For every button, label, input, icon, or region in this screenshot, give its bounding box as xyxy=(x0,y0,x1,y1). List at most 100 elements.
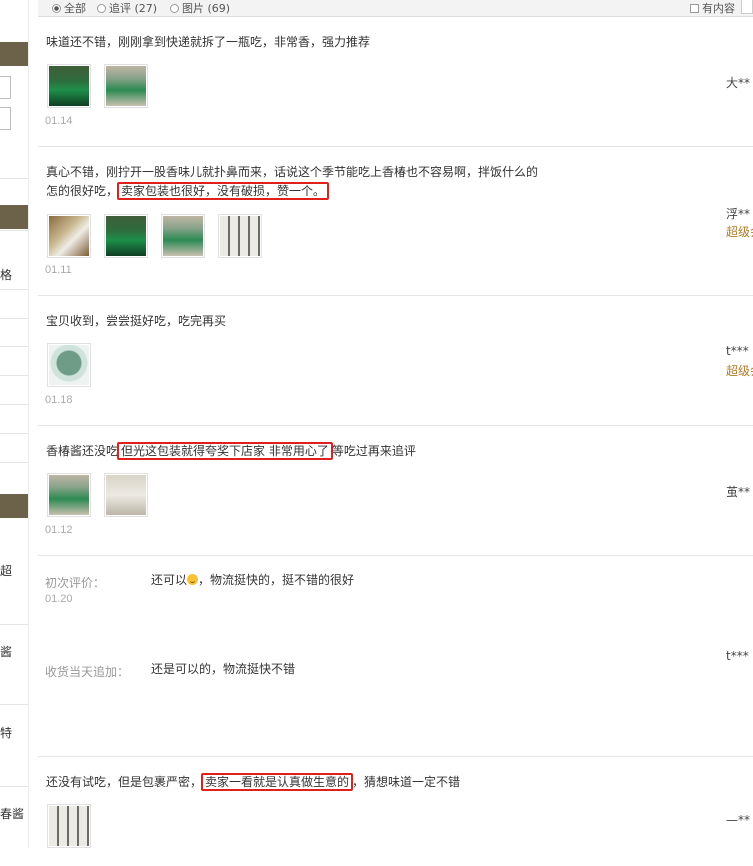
sidebar-item-text[interactable]: 特 xyxy=(0,724,12,741)
filter-all-label: 全部 xyxy=(64,2,86,15)
review-username: t*** xyxy=(726,649,749,663)
radio-selected-icon xyxy=(52,3,61,13)
sidebar-header-bar xyxy=(0,205,28,229)
review-text-segment: 还没有试吃，但是包裹严密， xyxy=(46,775,203,789)
review-text: 香椿酱还没吃 但光这包装就得夸奖下店家 非常用心了 等吃过再来追评 xyxy=(46,442,416,461)
product-photo xyxy=(163,216,203,256)
highlighted-review-text: 但光这包装就得夸奖下店家 非常用心了 xyxy=(117,442,333,460)
review-photo[interactable] xyxy=(47,804,91,848)
sidebar-divider xyxy=(0,178,28,179)
review-photo[interactable] xyxy=(104,64,148,108)
review-photo[interactable] xyxy=(47,64,91,108)
review-date: 01.12 xyxy=(45,524,73,536)
review-photos xyxy=(47,473,148,517)
filter-append-label: 追评 (27) xyxy=(109,2,158,15)
review-text-segment: 香椿酱还没吃 xyxy=(46,444,119,458)
review-text-segment: 还可以 xyxy=(151,573,188,587)
product-photo xyxy=(49,345,89,385)
review-filter-bar: 全部 追评 (27) 图片 (69) 有内容 xyxy=(38,0,753,17)
product-photo xyxy=(49,66,89,106)
review-date: 01.20 xyxy=(45,593,73,605)
sidebar-divider xyxy=(0,462,28,463)
review-username: 浮** xyxy=(726,207,751,221)
review-photos xyxy=(47,64,148,108)
product-photo xyxy=(49,806,89,846)
product-photo xyxy=(106,475,146,515)
has-content-checkbox[interactable]: 有内容 xyxy=(690,0,735,16)
review-text: 宝贝收到，尝尝挺好吃，吃完再买 xyxy=(46,314,227,328)
sidebar-item-text[interactable]: 超 xyxy=(0,562,12,579)
sidebar-divider xyxy=(0,289,28,290)
product-photo xyxy=(220,216,260,256)
review-photo[interactable] xyxy=(47,214,91,258)
product-photo xyxy=(106,66,146,106)
review-date: 01.18 xyxy=(45,394,73,406)
review-item: 香椿酱还没吃 但光这包装就得夸奖下店家 非常用心了 等吃过再来追评 01.12 茧*… xyxy=(38,425,753,556)
review-photo[interactable] xyxy=(47,473,91,517)
radio-icon xyxy=(170,3,179,13)
member-level-badge[interactable]: 超级会员 xyxy=(726,223,753,240)
highlighted-review-text: 卖家包装也很好，没有破损，赞一个。 xyxy=(117,182,330,200)
review-photo[interactable] xyxy=(218,214,262,258)
sidebar-divider xyxy=(0,318,28,319)
member-level-badge[interactable]: 超级会员 xyxy=(726,362,753,379)
review-photo[interactable] xyxy=(47,343,91,387)
review-photos xyxy=(47,343,91,387)
review-username: t*** xyxy=(726,344,749,358)
review-text-line1: 真心不错，刚拧开一股香味儿就扑鼻而来，话说这个季节能吃上香椿也不容易啊，拌饭什么… xyxy=(46,165,539,179)
filter-all-radio[interactable]: 全部 xyxy=(52,0,86,16)
sidebar-item-text[interactable]: 格 xyxy=(0,266,12,283)
review-photos xyxy=(47,214,262,258)
left-sidebar: 格 超 酱 特 春酱 xyxy=(0,0,28,848)
review-item: 真心不错，刚拧开一股香味儿就扑鼻而来，话说这个季节能吃上香椿也不容易啊，拌饭什么… xyxy=(38,146,753,296)
review-text-line2: 怎的很好吃， 卖家包装也很好，没有破损，赞一个。 xyxy=(46,182,330,201)
review-text: 味道还不错，刚刚拿到快递就拆了一瓶吃，非常香，强力推荐 xyxy=(46,35,371,49)
review-username: 大** xyxy=(726,76,751,90)
sidebar-divider xyxy=(0,230,28,231)
sidebar-header-bar xyxy=(0,494,28,518)
smile-emoji-icon xyxy=(187,574,199,585)
sidebar-border xyxy=(28,0,29,848)
review-date: 01.11 xyxy=(45,264,72,276)
sidebar-price-max-input[interactable] xyxy=(0,107,11,130)
initial-review-text: 还可以 ，物流挺快的，挺不错的很好 xyxy=(151,571,354,590)
has-content-label: 有内容 xyxy=(702,2,735,15)
review-date: 01.14 xyxy=(45,115,73,127)
review-item: 还没有试吃，但是包裹严密， 卖家一看就是认真做生意的 ，猜想味道一定不错 —** xyxy=(38,756,753,866)
product-photo xyxy=(49,216,89,256)
review-item: 宝贝收到，尝尝挺好吃，吃完再买 01.18 t*** 超级会员 xyxy=(38,295,753,426)
sort-dropdown[interactable] xyxy=(741,0,753,14)
review-username: —** xyxy=(726,813,750,827)
review-text: 还没有试吃，但是包裹严密， 卖家一看就是认真做生意的 ，猜想味道一定不错 xyxy=(46,773,460,792)
appended-review-text: 还是可以的，物流挺快不错 xyxy=(151,662,296,676)
sidebar-item-text[interactable]: 酱 xyxy=(0,643,12,660)
sidebar-divider xyxy=(0,786,28,787)
review-list-panel: 全部 追评 (27) 图片 (69) 有内容 味道还不错，刚刚拿到快递就拆了一瓶… xyxy=(38,0,753,848)
sidebar-divider xyxy=(0,346,28,347)
sidebar-header-bar xyxy=(0,42,28,66)
sidebar-price-min-input[interactable] xyxy=(0,76,11,99)
review-text-segment: ，猜想味道一定不错 xyxy=(352,775,461,789)
review-item: 初次评价： 还可以 ，物流挺快的，挺不错的很好 01.20 收货当天追加： 还是可… xyxy=(38,555,753,757)
product-photo xyxy=(106,216,146,256)
review-photo[interactable] xyxy=(104,473,148,517)
review-photo[interactable] xyxy=(104,214,148,258)
review-text-segment: ，物流挺快的，挺不错的很好 xyxy=(198,573,355,587)
sidebar-divider xyxy=(0,704,28,705)
filter-pics-label: 图片 (69) xyxy=(182,2,231,15)
initial-review-label: 初次评价： xyxy=(45,576,106,590)
review-username: 茧** xyxy=(726,485,751,499)
appended-review-label: 收货当天追加： xyxy=(45,665,130,679)
review-text-segment: 等吃过再来追评 xyxy=(331,444,416,458)
filter-append-radio[interactable]: 追评 (27) xyxy=(97,0,157,16)
sidebar-divider xyxy=(0,624,28,625)
filter-pics-radio[interactable]: 图片 (69) xyxy=(170,0,230,16)
sidebar-divider xyxy=(0,375,28,376)
review-photo[interactable] xyxy=(161,214,205,258)
checkbox-icon xyxy=(690,3,699,13)
sidebar-item-text[interactable]: 春酱 xyxy=(0,805,24,822)
review-text-segment: 怎的很好吃， xyxy=(46,184,119,198)
review-photos xyxy=(47,804,91,848)
highlighted-review-text: 卖家一看就是认真做生意的 xyxy=(201,773,354,791)
product-photo xyxy=(49,475,89,515)
